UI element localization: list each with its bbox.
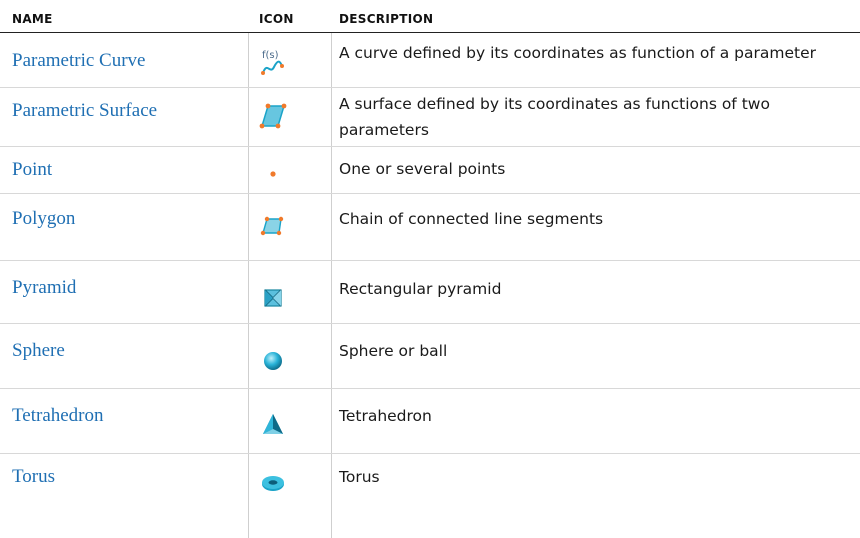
table-row: Polygon Chain of connected line segments bbox=[0, 194, 860, 260]
table-row: Sphere Sphere or ball bbox=[0, 324, 860, 388]
header-description: DESCRIPTION bbox=[339, 12, 434, 26]
torus-link[interactable]: Torus bbox=[12, 466, 55, 488]
table-header: NAME ICON DESCRIPTION bbox=[0, 0, 860, 32]
tetrahedron-icon bbox=[258, 409, 288, 439]
table-row: Parametric Curve f(s) A curve defined by… bbox=[0, 33, 860, 87]
description: Sphere or ball bbox=[339, 342, 448, 360]
parametric-curve-link[interactable]: Parametric Curve bbox=[12, 50, 145, 72]
polygon-icon bbox=[258, 211, 288, 241]
tetrahedron-link[interactable]: Tetrahedron bbox=[12, 405, 104, 427]
parametric-surface-icon bbox=[258, 102, 288, 132]
description: Rectangular pyramid bbox=[339, 280, 502, 298]
point-link[interactable]: Point bbox=[12, 159, 52, 181]
header-name: NAME bbox=[12, 12, 53, 26]
description: One or several points bbox=[339, 160, 506, 178]
table-row: Torus Torus bbox=[0, 454, 860, 538]
table-row: Parametric Surface A surface defined by … bbox=[0, 88, 860, 146]
sphere-link[interactable]: Sphere bbox=[12, 340, 65, 362]
table-row: Point One or several points bbox=[0, 147, 860, 193]
svg-text:f(s): f(s) bbox=[262, 50, 279, 61]
point-icon bbox=[258, 159, 288, 189]
torus-icon bbox=[258, 468, 288, 498]
description: Tetrahedron bbox=[339, 407, 432, 425]
table-row: Tetrahedron Tetrahedron bbox=[0, 389, 860, 453]
parametric-surface-link[interactable]: Parametric Surface bbox=[12, 100, 157, 122]
description: Chain of connected line segments bbox=[339, 210, 604, 228]
pyramid-link[interactable]: Pyramid bbox=[12, 277, 76, 299]
description: Torus bbox=[339, 468, 380, 486]
parametric-curve-icon: f(s) bbox=[258, 47, 288, 77]
table-row: Pyramid Rectangular pyramid bbox=[0, 261, 860, 323]
polygon-link[interactable]: Polygon bbox=[12, 208, 75, 230]
description: A curve defined by its coordinates as fu… bbox=[339, 44, 817, 62]
description: A surface defined by its coordinates as … bbox=[339, 95, 770, 139]
header-icon: ICON bbox=[259, 12, 294, 26]
sphere-icon bbox=[258, 346, 288, 376]
pyramid-icon bbox=[258, 283, 288, 313]
